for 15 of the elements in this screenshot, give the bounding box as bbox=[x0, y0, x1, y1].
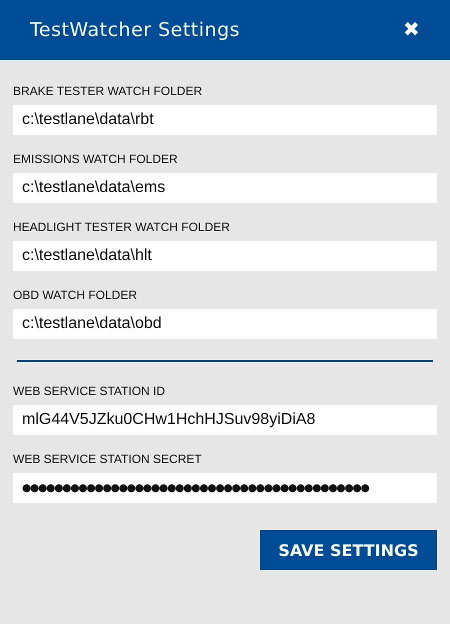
window-title: TestWatcher Settings bbox=[30, 19, 240, 41]
field-label: EMISSIONS WATCH FOLDER bbox=[13, 152, 179, 166]
field-label: WEB SERVICE STATION ID bbox=[13, 384, 166, 398]
field-label: WEB SERVICE STATION SECRET bbox=[13, 452, 203, 466]
input-field[interactable]: c:\testlane\data\hlt bbox=[13, 241, 437, 271]
field-label: OBD WATCH FOLDER bbox=[13, 288, 138, 302]
input-field[interactable]: c:\testlane\data\rbt bbox=[13, 105, 437, 135]
input-field[interactable]: mlG44V5JZku0CHw1HchHJSuv98yiDiA8 bbox=[13, 405, 437, 435]
input-field[interactable]: ●●●●●●●●●●●●●●●●●●●●●●●●●●●●●●●●●●●●●●●●●●● bbox=[13, 473, 437, 503]
input-field[interactable]: c:\testlane\data\obd bbox=[13, 309, 437, 339]
close-button[interactable]: ✖ bbox=[403, 20, 420, 40]
input-field[interactable]: c:\testlane\data\ems bbox=[13, 173, 437, 203]
field-label: HEADLIGHT TESTER WATCH FOLDER bbox=[13, 220, 231, 234]
save-button[interactable]: SAVE SETTINGS bbox=[260, 530, 437, 570]
field-label: BRAKE TESTER WATCH FOLDER bbox=[13, 84, 204, 98]
